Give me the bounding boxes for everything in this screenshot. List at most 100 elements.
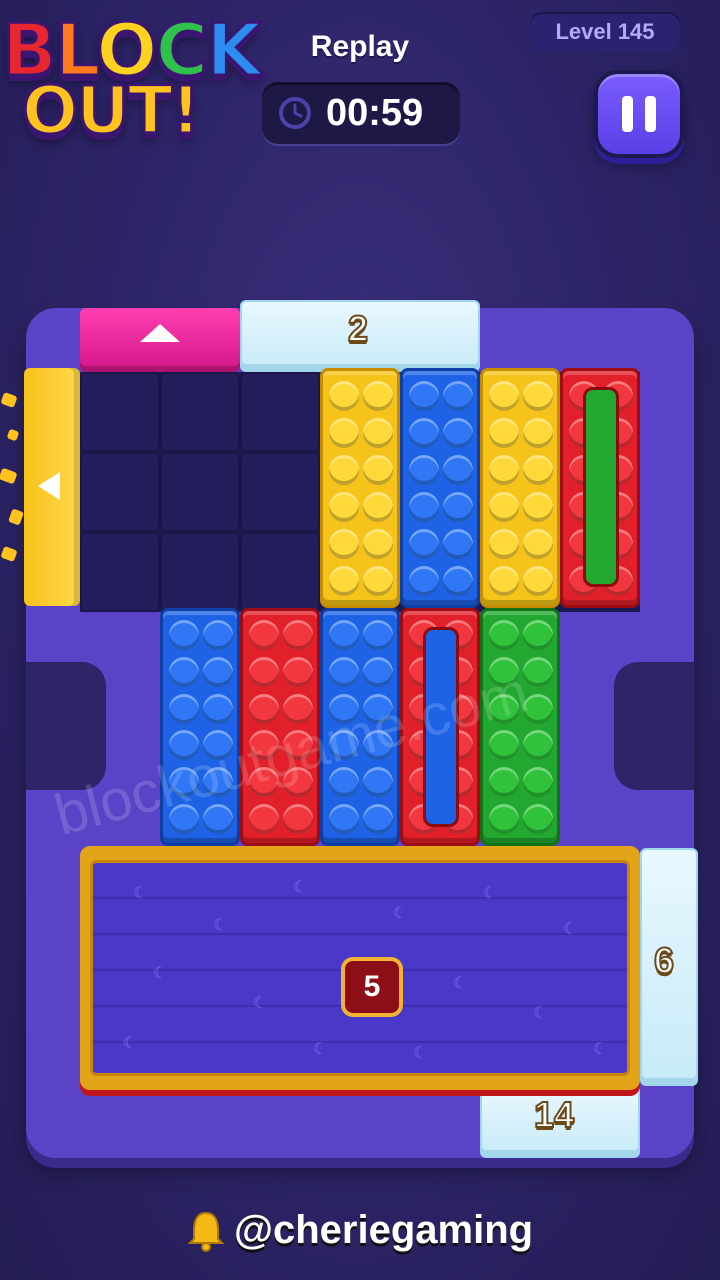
lego-stud <box>203 803 233 834</box>
lego-stud <box>363 730 393 761</box>
lego-stud <box>489 766 519 797</box>
lego-stud <box>283 656 313 687</box>
lego-studs <box>323 611 397 843</box>
moon-icon: ☾ <box>413 1043 428 1062</box>
lego-stud <box>329 417 359 448</box>
grid-cell <box>80 372 160 452</box>
lego-stud <box>329 380 359 411</box>
lego-stud <box>249 803 279 834</box>
lego-stud <box>203 730 233 761</box>
lego-stud <box>409 528 439 559</box>
lego-stud <box>489 491 519 522</box>
lego-stud <box>443 565 473 596</box>
pause-icon <box>622 96 656 132</box>
lego-stud <box>409 565 439 596</box>
lego-stud <box>329 803 359 834</box>
lego-stud <box>329 656 359 687</box>
lego-stud <box>409 417 439 448</box>
lego-stud <box>329 454 359 485</box>
lego-studs <box>403 371 477 605</box>
timer: 00:59 <box>262 82 460 144</box>
lego-stud <box>523 620 553 651</box>
grid-cell <box>240 532 320 612</box>
lego-stud <box>283 620 313 651</box>
lego-stud <box>489 528 519 559</box>
lego-stud <box>363 454 393 485</box>
ice-barrier-right: 6 <box>640 848 698 1086</box>
lego-stud <box>363 528 393 559</box>
grid-cell <box>160 372 240 452</box>
lego-stud <box>169 656 199 687</box>
lego-stud <box>363 656 393 687</box>
lego-stud <box>489 565 519 596</box>
grid-cell <box>160 452 240 532</box>
moon-icon: ☾ <box>483 883 498 902</box>
blue-block[interactable] <box>160 608 240 846</box>
board-notch-left <box>26 662 106 790</box>
replay-label: Replay <box>310 30 410 63</box>
lego-stud <box>523 730 553 761</box>
lego-stud <box>329 565 359 596</box>
big-block-panel: ☾ ☾ ☾ ☾ ☾ ☾ ☾ ☾ ☾ ☾ ☾ ☾ ☾ ☾ 5 <box>90 860 630 1076</box>
lego-stud <box>523 417 553 448</box>
sparkle-particle <box>0 467 18 485</box>
moon-icon: ☾ <box>533 1003 548 1022</box>
lego-stud <box>283 693 313 724</box>
moon-icon: ☾ <box>563 919 578 938</box>
grid-cell <box>240 452 320 532</box>
lego-stud <box>523 565 553 596</box>
lego-stud <box>203 766 233 797</box>
lego-stud <box>329 528 359 559</box>
ice-barrier-bottom: 14 <box>480 1084 640 1158</box>
lego-stud <box>523 656 553 687</box>
lego-stud <box>523 766 553 797</box>
arrow-left-icon <box>38 472 60 500</box>
timer-value: 00:59 <box>326 91 424 134</box>
lego-stud <box>489 417 519 448</box>
block-counter-badge: 5 <box>341 957 403 1017</box>
lego-stud <box>409 380 439 411</box>
lego-studs <box>483 611 557 843</box>
moon-icon: ☾ <box>393 903 408 922</box>
lego-stud <box>363 693 393 724</box>
lego-stud <box>169 730 199 761</box>
lego-studs <box>483 371 557 605</box>
big-locked-block[interactable]: ☾ ☾ ☾ ☾ ☾ ☾ ☾ ☾ ☾ ☾ ☾ ☾ ☾ ☾ 5 <box>80 846 640 1090</box>
sparkle-particle <box>6 428 20 442</box>
lego-stud <box>203 620 233 651</box>
lego-studs <box>243 611 317 843</box>
yellow-block[interactable] <box>320 368 400 608</box>
moon-icon: ☾ <box>153 963 168 982</box>
lego-stud <box>283 803 313 834</box>
red-frame-block[interactable] <box>560 368 640 608</box>
red-block[interactable] <box>240 608 320 846</box>
lego-stud <box>249 656 279 687</box>
red-frame-block[interactable] <box>400 608 480 846</box>
lego-stud <box>283 766 313 797</box>
blue-block[interactable] <box>320 608 400 846</box>
moon-icon: ☾ <box>123 1033 138 1052</box>
lego-stud <box>249 730 279 761</box>
lego-stud <box>489 620 519 651</box>
lego-stud <box>489 454 519 485</box>
lego-stud <box>363 380 393 411</box>
clock-icon <box>279 97 311 129</box>
lego-stud <box>329 491 359 522</box>
ice-counter-right: 6 <box>653 939 675 982</box>
lego-stud <box>363 803 393 834</box>
lego-stud <box>523 803 553 834</box>
green-block[interactable] <box>480 608 560 846</box>
ice-counter-bottom: 14 <box>533 1093 575 1136</box>
lego-stud <box>329 620 359 651</box>
lego-stud <box>329 693 359 724</box>
lego-stud <box>203 693 233 724</box>
blue-block[interactable] <box>400 368 480 608</box>
lego-stud <box>523 528 553 559</box>
pause-button[interactable] <box>594 70 684 158</box>
lego-stud <box>169 693 199 724</box>
grid-cell <box>240 372 320 452</box>
lego-stud <box>489 656 519 687</box>
lego-stud <box>489 380 519 411</box>
yellow-block[interactable] <box>480 368 560 608</box>
lego-stud <box>443 528 473 559</box>
